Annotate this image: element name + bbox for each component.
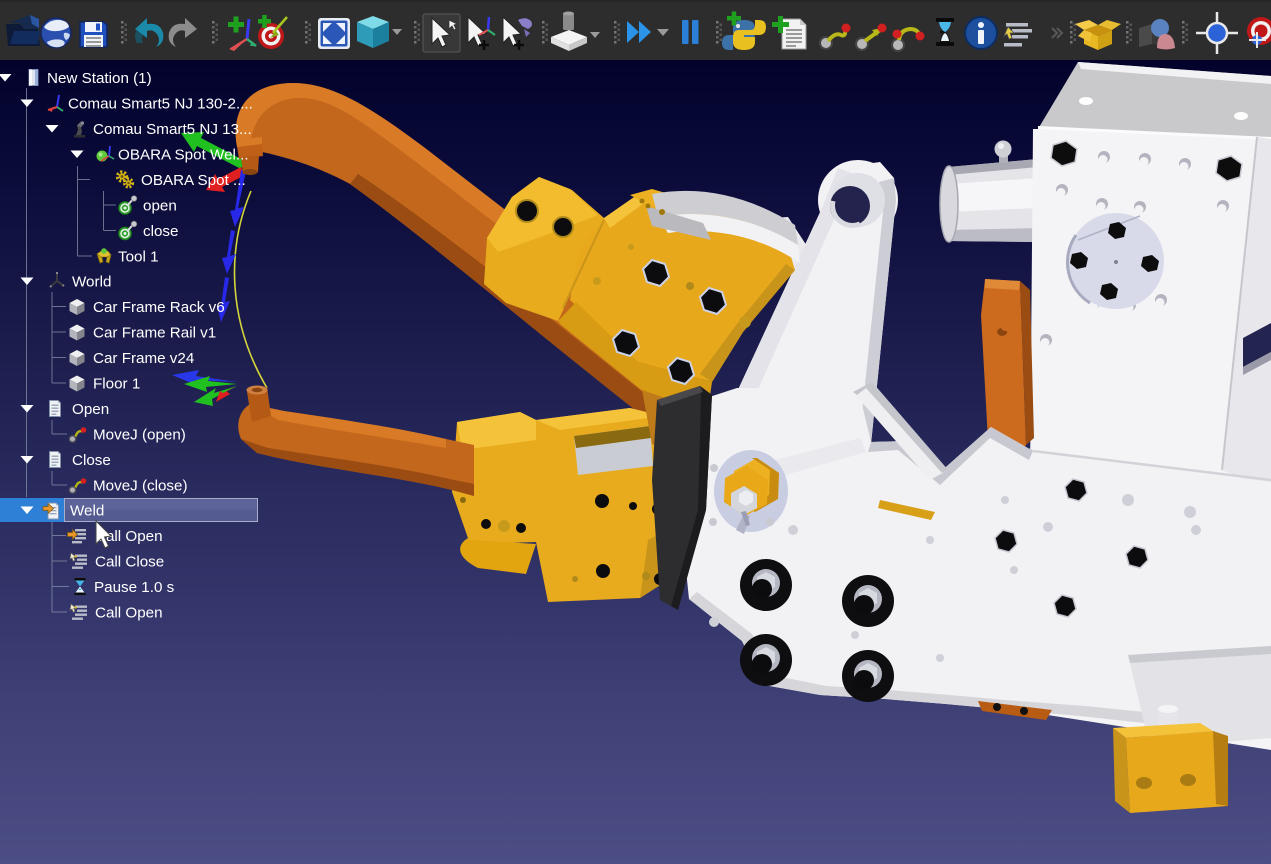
svg-text:World: World	[72, 274, 111, 291]
svg-text:MoveJ (open): MoveJ (open)	[93, 427, 186, 444]
svg-text:New Station (1): New Station (1)	[47, 70, 152, 87]
svg-text:OBARA Spot Wel...: OBARA Spot Wel...	[118, 147, 249, 164]
svg-text:Car Frame Rail v1: Car Frame Rail v1	[93, 325, 216, 342]
svg-text:close: close	[143, 223, 178, 240]
svg-text:Close: Close	[72, 452, 111, 469]
svg-text:Car Frame Rack v6: Car Frame Rack v6	[93, 299, 225, 316]
svg-text:open: open	[143, 198, 177, 215]
svg-text:Car Frame v24: Car Frame v24	[93, 350, 194, 367]
svg-text:Pause 1.0 s: Pause 1.0 s	[94, 579, 175, 596]
svg-text:Tool 1: Tool 1	[118, 249, 159, 266]
svg-text:Open: Open	[72, 401, 109, 418]
svg-text:MoveJ (close): MoveJ (close)	[93, 478, 188, 495]
svg-text:Comau Smart5 NJ 13...: Comau Smart5 NJ 13...	[93, 121, 252, 138]
svg-text:Comau Smart5 NJ 130-2....: Comau Smart5 NJ 130-2....	[68, 96, 253, 113]
svg-text:OBARA Spot ...: OBARA Spot ...	[141, 172, 246, 189]
svg-text:Call Open: Call Open	[95, 605, 163, 622]
svg-text:Call Close: Call Close	[95, 554, 164, 571]
svg-text:Floor 1: Floor 1	[93, 376, 140, 393]
svg-text:Weld: Weld	[70, 503, 104, 520]
